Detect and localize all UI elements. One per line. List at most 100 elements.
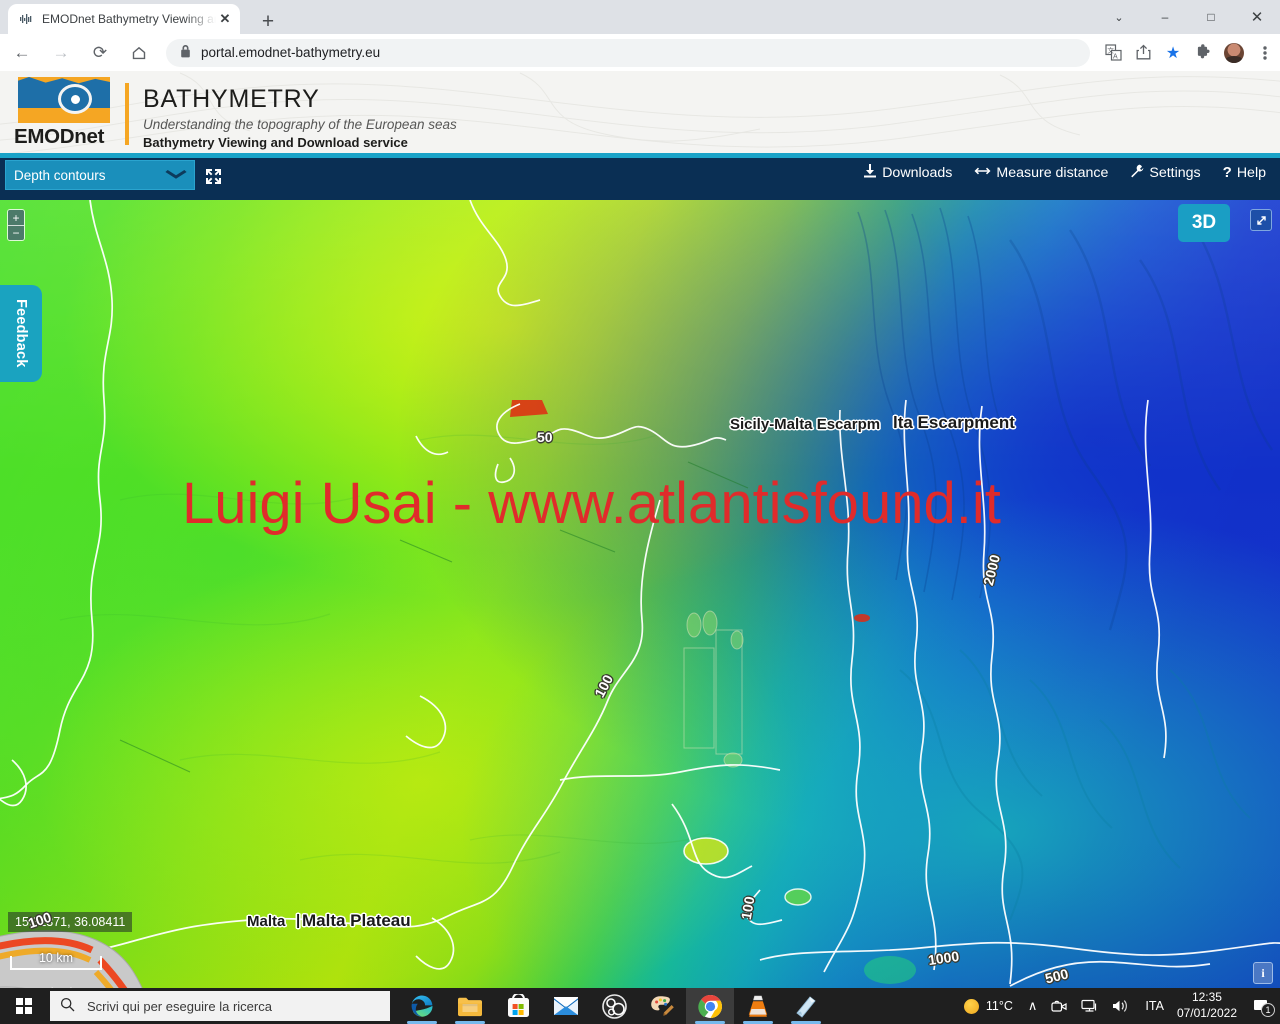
emodnet-logo[interactable]: EMODnet [14, 77, 119, 153]
map-info-button[interactable]: i [1253, 962, 1273, 984]
toolbar-item-help-label: Help [1236, 164, 1266, 181]
screen: EMODnet Bathymetry Viewing an ✕ + ⌄ – □ … [0, 0, 1280, 1024]
toolbar-item-settings[interactable]: Settings [1130, 164, 1201, 181]
lock-icon [180, 44, 191, 61]
share-icon[interactable] [1128, 38, 1158, 68]
toggle-3d-button[interactable]: 3D [1178, 204, 1230, 242]
feedback-label: Feedback [13, 299, 29, 368]
service-name: Bathymetry Viewing and Download service [143, 134, 408, 150]
feedback-tab[interactable]: Feedback [0, 285, 42, 382]
profile-avatar[interactable] [1224, 42, 1244, 63]
search-icon [60, 997, 75, 1015]
map-label-sicily-malta-escarpment: Sicily-Malta Escarpm [730, 416, 881, 433]
network-icon[interactable] [1074, 988, 1105, 1024]
bathymetry-raster [0, 200, 1280, 988]
taskbar-app-sticky-notes[interactable] [782, 988, 830, 1024]
window-minimize-button[interactable]: – [1142, 0, 1188, 34]
toolbar-item-downloads-label: Downloads [882, 164, 953, 181]
chrome-icon [697, 994, 722, 1018]
chevron-down-icon [163, 168, 190, 183]
toolbar-item-downloads[interactable]: Downloads [863, 164, 952, 181]
back-icon[interactable]: ← [5, 36, 39, 70]
reload-icon[interactable]: ⟳ [83, 36, 117, 70]
volume-icon[interactable] [1105, 988, 1136, 1024]
map-label-malta-separator: | [296, 912, 301, 929]
contour-label-50: 50 [537, 429, 553, 445]
map-label-malta: Malta [247, 913, 286, 930]
camera-icon[interactable] [1044, 988, 1074, 1024]
taskbar-app-vlc[interactable] [734, 988, 782, 1024]
weather-temperature[interactable]: 11°C [986, 999, 1021, 1013]
clock-date: 07/01/2022 [1176, 1006, 1237, 1020]
window-close-button[interactable]: ✕ [1234, 0, 1280, 34]
taskbar-search-input[interactable]: Scrivi qui per eseguire la ricerca [50, 991, 390, 1021]
edge-icon [411, 995, 433, 1017]
browser-tab-title: EMODnet Bathymetry Viewing an [42, 12, 216, 26]
translate-icon[interactable]: A 文 [1098, 38, 1128, 68]
paint-icon [650, 995, 674, 1016]
taskbar-app-chrome[interactable] [686, 988, 734, 1024]
download-icon [863, 164, 877, 181]
toolbar-item-help[interactable]: ? Help [1223, 164, 1266, 181]
measure-arrows-icon [974, 165, 991, 180]
question-mark-icon: ? [1222, 164, 1232, 181]
window-controls: ⌄ – □ ✕ [1096, 0, 1280, 34]
taskbar-apps [398, 988, 830, 1024]
weather-sun-icon[interactable] [957, 988, 986, 1024]
system-tray: 11°C ∧ ITA 12:35 07/01/2022 1 [957, 988, 1280, 1024]
map-label-malta-escarpment: lta Escarpment [893, 413, 1015, 432]
scale-bar: 10 km [10, 951, 102, 970]
clock[interactable]: 12:35 07/01/2022 [1173, 990, 1246, 1022]
omnibox[interactable]: portal.emodnet-bathymetry.eu [166, 38, 1090, 67]
layer-select[interactable]: Depth contours [5, 160, 195, 190]
window-maximize-button[interactable]: □ [1188, 0, 1234, 34]
page-subtitle: Understanding the topography of the Euro… [143, 116, 457, 132]
home-icon[interactable] [122, 36, 156, 70]
toolbar-item-measure-distance[interactable]: Measure distance [974, 165, 1108, 181]
windows-taskbar: Scrivi qui per eseguire la ricerca 11°C … [0, 988, 1280, 1024]
taskbar-app-microsoft-store[interactable] [494, 988, 542, 1024]
start-button[interactable] [0, 988, 48, 1024]
notification-center-button[interactable]: 1 [1246, 988, 1280, 1024]
header-divider [125, 83, 129, 145]
taskbar-search-placeholder: Scrivi qui per eseguire la ricerca [87, 998, 272, 1014]
emodnet-logo-wordmark: EMODnet [14, 125, 105, 148]
zoom-out-button[interactable]: − [8, 225, 24, 240]
bathymetry-favicon-icon [18, 11, 34, 27]
vlc-cone-icon [748, 995, 768, 1017]
taskbar-app-file-explorer[interactable] [446, 988, 494, 1024]
taskbar-app-obs-studio[interactable] [590, 988, 638, 1024]
zoom-controls[interactable]: + − [7, 209, 25, 241]
layer-select-value: Depth contours [14, 167, 106, 183]
omnibox-url-text: portal.emodnet-bathymetry.eu [201, 45, 381, 60]
taskbar-app-edge[interactable] [398, 988, 446, 1024]
fullscreen-icon[interactable] [1250, 209, 1272, 231]
map-canvas[interactable]: + − Feedback 3D i 15.32371, 36.08411 10 … [0, 200, 1280, 988]
input-language-indicator[interactable]: ITA [1136, 999, 1173, 1013]
app-toolbar: Depth contours Downloads Measure distanc… [0, 158, 1280, 200]
zoom-in-button[interactable]: + [8, 210, 24, 225]
svg-text:文: 文 [1107, 45, 1114, 54]
header-text-block: BATHYMETRY Understanding the topography … [143, 85, 457, 150]
expand-arrows-icon[interactable] [203, 166, 223, 186]
tray-overflow-chevron-up-icon[interactable]: ∧ [1021, 988, 1045, 1024]
close-icon[interactable]: ✕ [216, 10, 234, 28]
browser-menu-icon[interactable] [1250, 38, 1280, 68]
extensions-icon[interactable] [1188, 38, 1218, 68]
taskbar-app-mail[interactable] [542, 988, 590, 1024]
taskbar-app-paint[interactable] [638, 988, 686, 1024]
new-tab-button[interactable]: + [254, 7, 282, 35]
browser-toolbar: ← → ⟳ portal.emodnet-bathymetry.eu A 文 ★ [0, 34, 1280, 71]
bookmark-star-icon[interactable]: ★ [1158, 38, 1188, 68]
browser-tabstrip: EMODnet Bathymetry Viewing an ✕ + ⌄ – □ … [0, 0, 1280, 34]
site-header: EMODnet BATHYMETRY Understanding the top… [0, 71, 1280, 158]
window-chevron-down-icon[interactable]: ⌄ [1096, 0, 1142, 34]
scale-bar-label: 10 km [38, 951, 74, 965]
clock-time: 12:35 [1191, 990, 1222, 1005]
toolbar-menu: Downloads Measure distance Settings ? He… [863, 164, 1266, 181]
browser-tab[interactable]: EMODnet Bathymetry Viewing an ✕ [8, 4, 240, 34]
watermark-text: Luigi Usai - www.atlantisfound.it [182, 471, 1001, 536]
forward-icon[interactable]: → [44, 36, 78, 70]
svg-text:A: A [1113, 54, 1118, 61]
windows-logo-icon [16, 998, 32, 1014]
